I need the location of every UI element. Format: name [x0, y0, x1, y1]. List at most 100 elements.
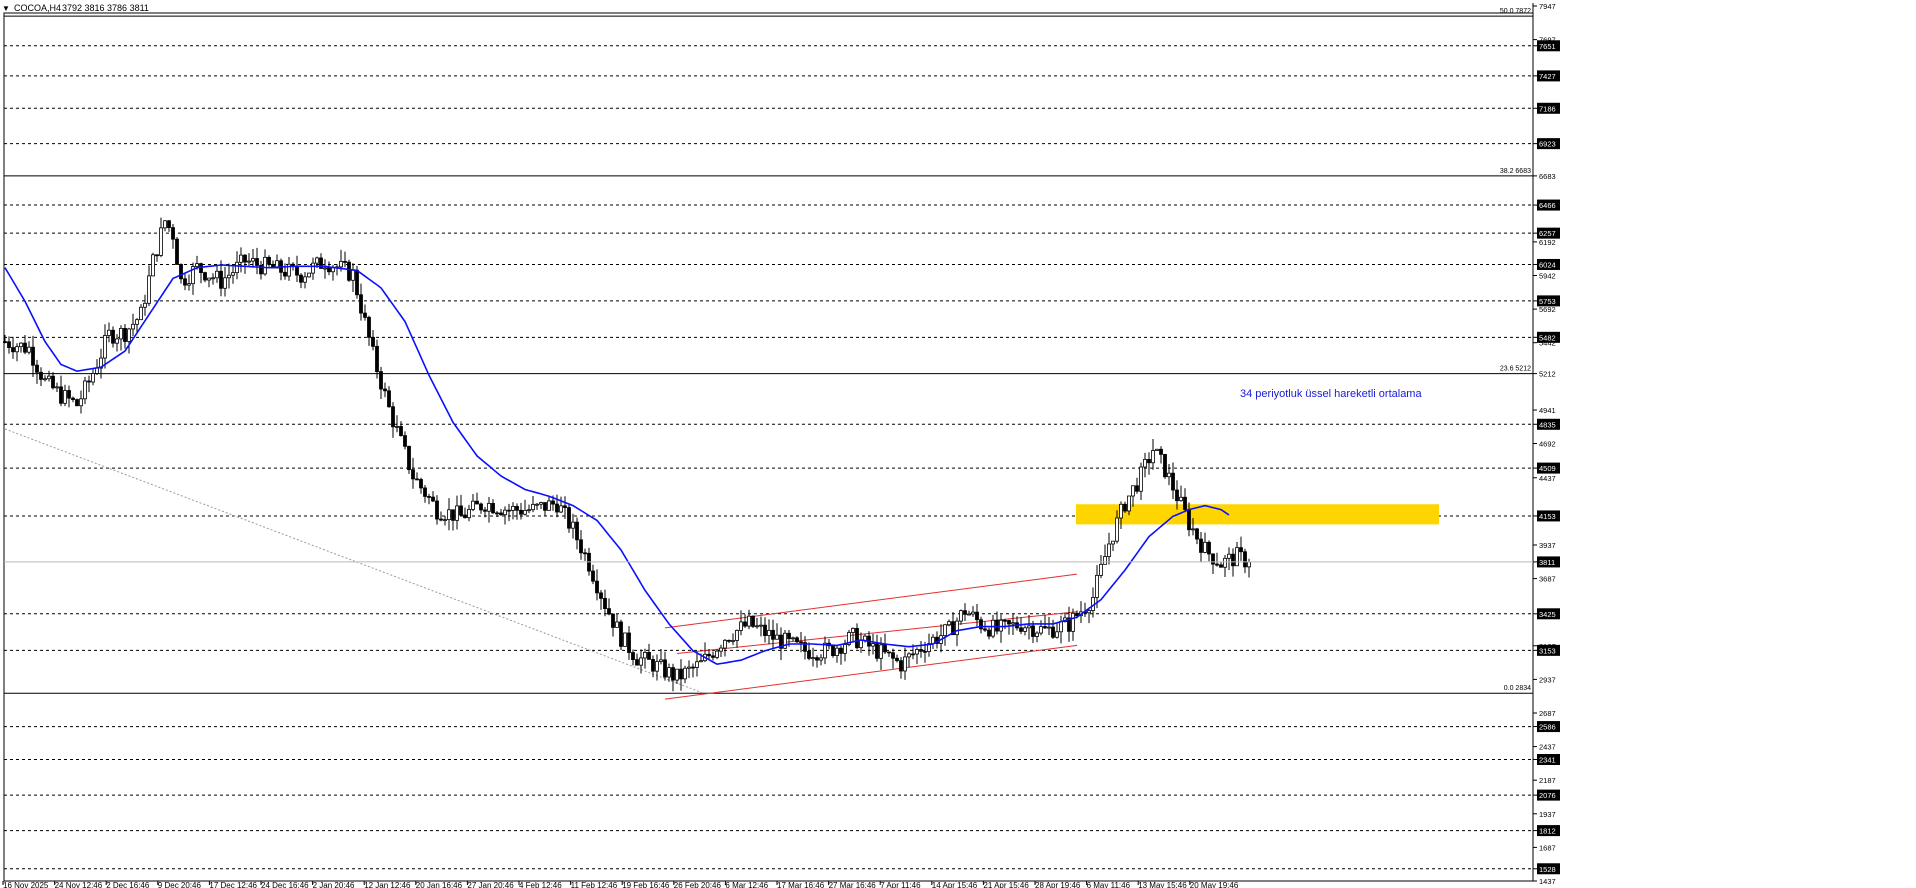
candle-body — [115, 338, 119, 344]
candle-body — [231, 272, 235, 276]
candle-body — [187, 283, 191, 286]
candle-body — [1111, 540, 1115, 545]
candle-body — [391, 406, 395, 428]
candle-body — [295, 266, 299, 276]
candle-body — [731, 640, 735, 642]
candle-body — [83, 380, 87, 400]
candle-body — [839, 647, 843, 654]
candle-body — [1035, 632, 1039, 637]
candle-body — [207, 277, 211, 281]
candle-body — [387, 390, 391, 408]
candle-body — [651, 658, 655, 672]
candle-body — [639, 657, 643, 666]
candle-body — [323, 267, 327, 270]
candle-body — [139, 306, 143, 321]
candle-body — [111, 329, 115, 344]
candle-body — [963, 610, 967, 615]
candle-body — [1191, 528, 1195, 531]
candle-body — [859, 639, 863, 649]
time-label: 19 Feb 16:46 — [622, 881, 670, 888]
candle-body — [27, 346, 31, 353]
time-label: 24 Dec 16:46 — [261, 881, 309, 888]
candle-body — [903, 656, 907, 672]
candle-body — [787, 632, 791, 640]
candle-body — [595, 580, 599, 594]
chart-symbol: COCOA,H4 — [14, 3, 61, 13]
candle-body — [11, 347, 15, 353]
candle-body — [351, 269, 355, 281]
candle-body — [167, 220, 171, 228]
candle-body — [251, 258, 255, 262]
header-arrow-icon[interactable]: ▼ — [2, 4, 10, 13]
price-label: 4692 — [1539, 440, 1556, 449]
candle-body — [1107, 543, 1111, 557]
candle-body — [675, 668, 679, 681]
candle-body — [871, 643, 875, 647]
candle-body — [855, 628, 859, 649]
candle-body — [983, 628, 987, 631]
price-label: 3153 — [1539, 646, 1556, 655]
candle-body — [1055, 631, 1059, 638]
candle-body — [575, 521, 579, 541]
candle-body — [711, 655, 715, 658]
candle-body — [299, 274, 303, 283]
candle-body — [375, 345, 379, 372]
candle-body — [399, 426, 403, 436]
candle-body — [1135, 485, 1139, 492]
time-label: 9 Dec 20:46 — [158, 881, 202, 888]
candle-body — [771, 629, 775, 640]
candle-body — [739, 621, 743, 631]
candle-body — [431, 496, 435, 502]
candle-body — [1127, 495, 1131, 512]
candle-body — [715, 650, 719, 658]
candle-body — [503, 509, 507, 516]
candle-body — [239, 254, 243, 263]
price-label: 2341 — [1539, 755, 1556, 764]
candle-body — [851, 628, 855, 633]
candle-body — [171, 227, 175, 240]
candle-body — [7, 341, 11, 348]
price-label: 2687 — [1539, 709, 1556, 718]
time-label: 11 Feb 12:46 — [571, 881, 618, 888]
candle-body — [1243, 551, 1247, 568]
candle-body — [679, 668, 683, 680]
candle-body — [283, 271, 287, 277]
candle-body — [627, 632, 631, 653]
candle-body — [471, 500, 475, 510]
candle-body — [1095, 574, 1099, 598]
price-label: 6192 — [1539, 238, 1556, 247]
candle-body — [707, 653, 711, 657]
price-label: 1812 — [1539, 827, 1556, 836]
candle-body — [1139, 466, 1143, 492]
candle-body — [1171, 472, 1175, 491]
candle-body — [3, 341, 7, 344]
candle-body — [315, 257, 319, 264]
candle-body — [911, 653, 915, 656]
candle-body — [379, 371, 383, 390]
candle-body — [59, 386, 63, 404]
candle-body — [215, 270, 219, 279]
candle-body — [915, 649, 919, 655]
candle-body — [691, 666, 695, 669]
candle-body — [551, 500, 555, 505]
time-label: 24 Nov 12:46 — [55, 881, 103, 888]
candle-body — [767, 629, 771, 636]
candle-body — [667, 667, 671, 678]
candle-body — [1059, 621, 1063, 633]
candle-body — [531, 503, 535, 511]
candle-body — [31, 346, 35, 366]
candle-body — [455, 505, 459, 521]
candle-body — [263, 256, 267, 275]
time-label: 6 Mar 12:46 — [725, 881, 768, 888]
candle-body — [683, 667, 687, 680]
candle-body — [539, 502, 543, 505]
candle-body — [511, 505, 515, 511]
candle-body — [71, 397, 75, 400]
candle-body — [899, 660, 903, 672]
price-label: 1437 — [1539, 877, 1556, 886]
candle-body — [311, 262, 315, 274]
candle-body — [1151, 450, 1155, 464]
candle-body — [603, 597, 607, 610]
candle-body — [883, 644, 887, 653]
candle-body — [719, 647, 723, 652]
